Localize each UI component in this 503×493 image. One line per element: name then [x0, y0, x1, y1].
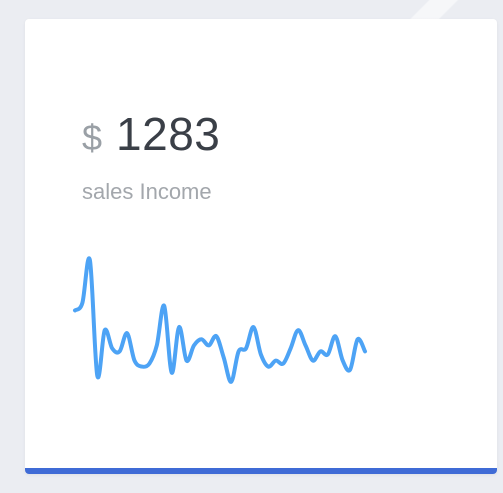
stage: $ 1283 sales Income: [0, 0, 503, 493]
sparkline-series-line: [73, 256, 367, 384]
sales-income-label: sales Income: [82, 179, 212, 204]
sales-income-card: $ 1283 sales Income: [25, 19, 497, 474]
sales-sparkline: [73, 256, 367, 384]
amount-display: $ 1283: [82, 107, 220, 163]
card-accent-bar: [25, 468, 497, 474]
currency-symbol: $: [82, 117, 103, 158]
amount-value: 1283: [116, 108, 221, 160]
